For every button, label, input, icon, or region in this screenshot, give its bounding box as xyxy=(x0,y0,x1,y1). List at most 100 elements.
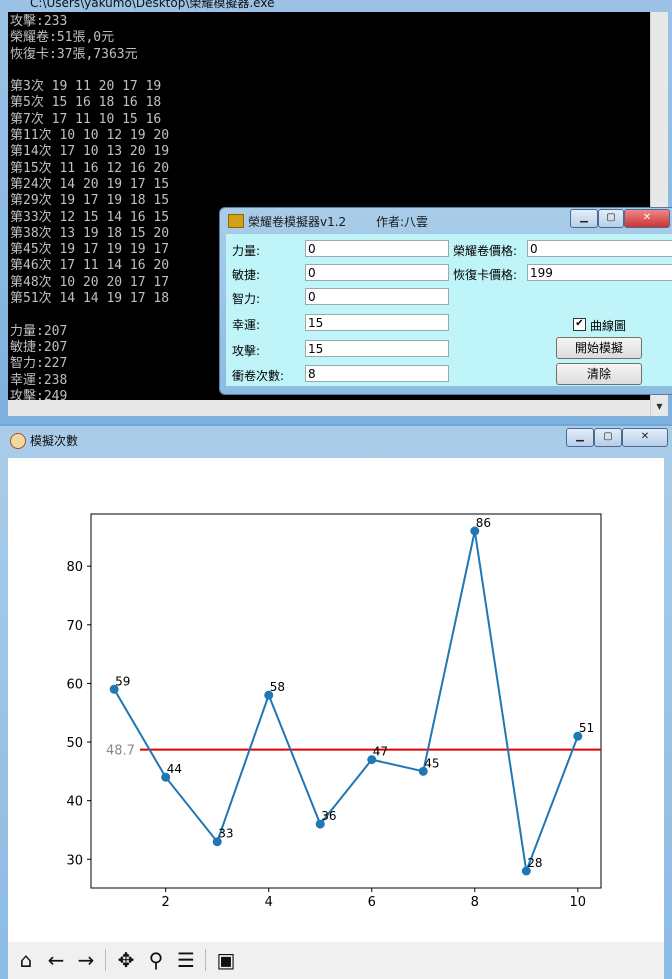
console-bottom-bar xyxy=(8,400,650,416)
x-tick-label: 4 xyxy=(265,895,273,910)
simulator-author: 作者:八雲 xyxy=(376,215,429,229)
average-label: 48.7 xyxy=(106,744,135,759)
console-line: 攻擊:249 xyxy=(10,388,68,400)
simulator-title: 榮耀卷模擬器v1.2 xyxy=(248,215,347,229)
plot-canvas[interactable]: 2 4 6 8 10 30 40 50 60 70 80 48.7 59 44 33 58 36 47 45 86 28… xyxy=(8,458,664,942)
app-icon xyxy=(228,214,244,228)
y-tick-label: 40 xyxy=(66,795,83,810)
scroll-count-label: 衝卷次數: xyxy=(232,369,285,383)
x-tick-label: 2 xyxy=(162,895,170,910)
zoom-icon[interactable]: ⚲ xyxy=(143,947,169,973)
data-label: 59 xyxy=(115,674,130,688)
agility-label: 敏捷: xyxy=(232,268,261,282)
simulator-window: 榮耀卷模擬器v1.2 作者:八雲 ▁ ▢ ✕ 力量: 0 敏捷: 0 智力: 0… xyxy=(219,207,672,395)
console-line: 第38次 13 19 18 15 20 xyxy=(10,225,170,241)
curve-checkbox[interactable]: ✔ xyxy=(573,318,586,331)
scroll-down-icon[interactable]: ▼ xyxy=(651,400,668,414)
scroll-price-input[interactable]: 0 xyxy=(527,240,672,257)
console-line: 第15次 11 16 12 16 20 xyxy=(10,160,170,176)
y-tick-label: 50 xyxy=(66,736,83,751)
home-icon[interactable]: ⌂ xyxy=(13,947,39,973)
console-line: 第45次 19 17 19 19 17 xyxy=(10,242,170,258)
simulator-form: 力量: 0 敏捷: 0 智力: 0 幸運: 15 攻擊: 15 衝卷次數: 8 … xyxy=(226,234,672,386)
plot-maximize-button[interactable]: ▢ xyxy=(594,428,622,447)
console-line: 榮耀卷:51張,0元 xyxy=(10,30,115,46)
x-tick-label: 8 xyxy=(471,895,479,910)
attack-input[interactable]: 15 xyxy=(305,340,449,357)
strength-input[interactable]: 0 xyxy=(305,240,449,257)
toolbar-separator xyxy=(105,949,106,971)
x-tick-label: 10 xyxy=(570,895,587,910)
console-line: 第46次 17 11 14 16 20 xyxy=(10,258,170,274)
console-line: 第14次 17 10 13 20 19 xyxy=(10,144,170,160)
maximize-button[interactable]: ▢ xyxy=(598,209,624,228)
close-button[interactable]: ✕ xyxy=(624,209,670,228)
save-icon[interactable]: ▣ xyxy=(213,947,239,973)
console-line: 第3次 19 11 20 17 19 xyxy=(10,79,162,95)
toolbar-separator xyxy=(205,949,206,971)
scroll-count-input[interactable]: 8 xyxy=(305,365,449,382)
minimize-button[interactable]: ▁ xyxy=(570,209,598,228)
minimize-icon: ▁ xyxy=(580,212,588,223)
console-lines: 攻擊:233 榮耀卷:51張,0元 恢復卡:37張,7363元 第3次 19 11 … xyxy=(10,14,169,400)
console-line: 恢復卡:37張,7363元 xyxy=(10,46,138,62)
data-label: 36 xyxy=(321,809,336,823)
close-icon: ✕ xyxy=(640,431,650,442)
minimize-icon: ▁ xyxy=(576,431,584,442)
console-line: 第51次 14 14 19 17 18 xyxy=(10,291,170,307)
console-line: 攻擊:233 xyxy=(10,14,68,29)
y-tick-label: 80 xyxy=(66,560,83,575)
plot-minimize-button[interactable]: ▁ xyxy=(566,428,594,447)
maximize-icon: ▢ xyxy=(606,212,616,223)
console-line: 第48次 10 20 20 17 17 xyxy=(10,274,170,290)
data-label: 33 xyxy=(218,827,233,841)
data-label: 28 xyxy=(527,856,542,870)
x-tick-label: 6 xyxy=(368,895,376,910)
plot-window: 模擬次數 ▁ ▢ ✕ 2 4 6 8 10 30 40 50 60 70 80 48.7 59 44 33 5… xyxy=(0,426,672,979)
back-icon[interactable]: ← xyxy=(43,947,69,973)
data-label: 44 xyxy=(167,762,182,776)
intelligence-input[interactable]: 0 xyxy=(305,288,449,305)
agility-input[interactable]: 0 xyxy=(305,264,449,281)
recovery-price-label: 恢復卡價格: xyxy=(453,268,518,282)
attack-label: 攻擊: xyxy=(232,344,261,358)
plot-close-button[interactable]: ✕ xyxy=(622,428,668,447)
y-tick-label: 30 xyxy=(66,853,83,868)
data-label: 47 xyxy=(373,745,388,759)
pan-icon[interactable]: ✥ xyxy=(113,947,139,973)
plot-frame xyxy=(90,513,602,889)
strength-label: 力量: xyxy=(232,244,261,258)
console-title-bar[interactable]: C:\Users\yakumo\Desktop\榮耀模擬器.exe xyxy=(0,0,672,10)
console-line: 第29次 19 17 19 18 15 xyxy=(10,193,170,209)
series-line xyxy=(113,530,579,875)
checkmark-icon: ✔ xyxy=(575,318,584,329)
recovery-price-input[interactable]: 199 xyxy=(527,264,672,281)
intelligence-label: 智力: xyxy=(232,292,261,306)
console-line: 第7次 17 11 10 15 16 xyxy=(10,111,162,127)
plot-title: 模擬次數 xyxy=(30,434,79,448)
close-icon: ✕ xyxy=(642,212,652,223)
console-line: 第24次 14 20 19 17 15 xyxy=(10,176,170,192)
console-line: 智力:227 xyxy=(10,356,68,372)
configure-icon[interactable]: ☰ xyxy=(173,947,199,973)
luck-label: 幸運: xyxy=(232,318,261,332)
data-label: 51 xyxy=(579,721,594,735)
data-label: 58 xyxy=(270,680,285,694)
matplotlib-icon xyxy=(10,433,26,449)
console-line: 幸運:238 xyxy=(10,372,68,388)
line-chart: 2 4 6 8 10 30 40 50 60 70 80 48.7 59 44 33 58 36 47 45 86 28… xyxy=(66,513,602,910)
luck-input[interactable]: 15 xyxy=(305,314,449,331)
console-line: 力量:207 xyxy=(10,323,68,339)
scroll-price-label: 榮耀卷價格: xyxy=(453,244,518,258)
console-line: 第11次 10 10 12 19 20 xyxy=(10,128,170,144)
clear-button[interactable]: 清除 xyxy=(556,363,642,385)
curve-checkbox-label: 曲線圖 xyxy=(590,319,627,333)
start-simulation-button[interactable]: 開始模擬 xyxy=(556,337,642,359)
forward-icon[interactable]: → xyxy=(73,947,99,973)
data-label: 86 xyxy=(476,516,491,530)
y-tick-label: 70 xyxy=(66,619,83,634)
plot-toolbar: ⌂ ← → ✥ ⚲ ☰ ▣ xyxy=(8,942,664,979)
data-label: 45 xyxy=(424,756,439,770)
console-line: 第33次 12 15 14 16 15 xyxy=(10,209,170,225)
